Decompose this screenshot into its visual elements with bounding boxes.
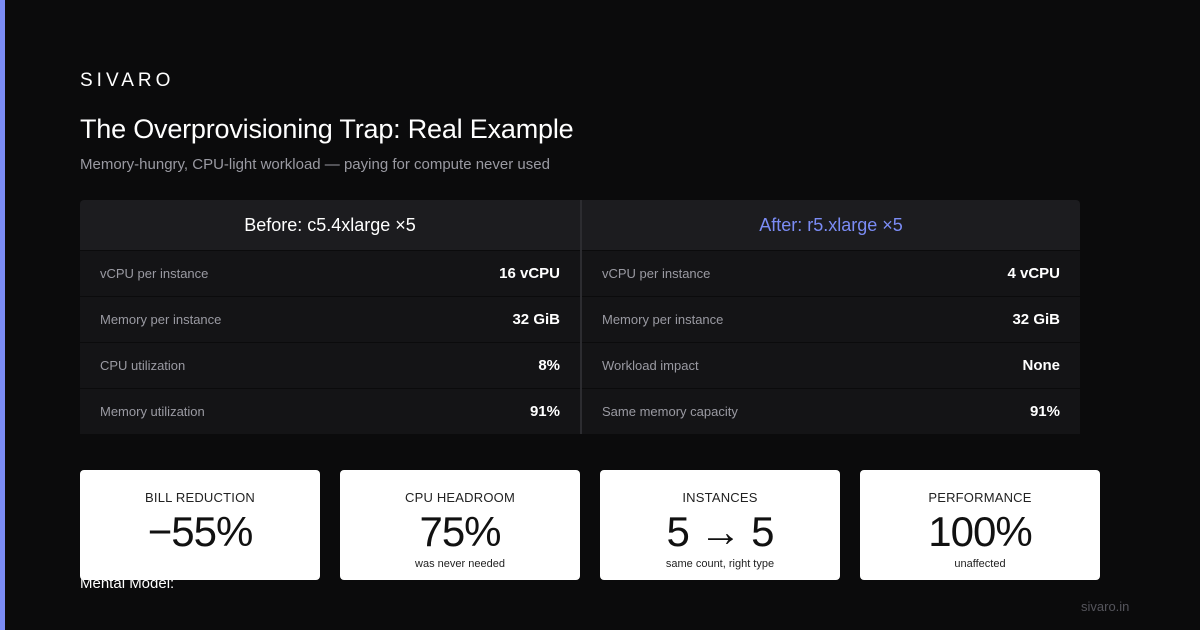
table-row: Same memory capacity 91% — [582, 388, 1080, 434]
metric-card-cpu-headroom: CPU HEADROOM 75% was never needed — [340, 470, 580, 580]
card-value: 5 → 5 — [666, 508, 774, 555]
row-label: vCPU per instance — [602, 266, 711, 281]
table-row: Workload impact None — [582, 342, 1080, 388]
row-label: Memory utilization — [100, 404, 205, 419]
before-column: Before: c5.4xlarge ×5 vCPU per instance … — [80, 200, 580, 434]
row-value: 16 vCPU — [499, 265, 560, 282]
metric-card-bill-reduction: BILL REDUCTION −55% — [80, 470, 320, 580]
table-row: vCPU per instance 4 vCPU — [582, 250, 1080, 296]
table-row: Memory per instance 32 GiB — [582, 296, 1080, 342]
row-value: None — [1022, 357, 1061, 374]
card-label: INSTANCES — [682, 490, 758, 505]
metric-card-instances: INSTANCES 5 → 5 same count, right type — [600, 470, 840, 580]
table-row: CPU utilization 8% — [80, 342, 580, 388]
row-value: 8% — [538, 357, 560, 374]
card-label: BILL REDUCTION — [145, 490, 255, 505]
row-value: 32 GiB — [512, 311, 560, 328]
before-header: Before: c5.4xlarge ×5 — [80, 200, 580, 250]
metric-cards: BILL REDUCTION −55% CPU HEADROOM 75% was… — [80, 470, 1100, 580]
after-header: After: r5.xlarge ×5 — [582, 200, 1080, 250]
table-row: Memory per instance 32 GiB — [80, 296, 580, 342]
row-value: 91% — [1029, 403, 1060, 420]
metric-card-performance: PERFORMANCE 100% unaffected — [860, 470, 1100, 580]
page-title: The Overprovisioning Trap: Real Example — [80, 114, 574, 144]
site-url[interactable]: sivaro.in — [1081, 599, 1129, 614]
comparison-table: Before: c5.4xlarge ×5 vCPU per instance … — [80, 200, 1080, 434]
card-value: −55% — [147, 508, 254, 555]
row-label: Same memory capacity — [602, 404, 738, 419]
table-row: vCPU per instance 16 vCPU — [80, 250, 580, 296]
accent-bar — [0, 0, 5, 630]
card-label: PERFORMANCE — [928, 490, 1032, 505]
row-label: CPU utilization — [100, 358, 186, 373]
table-row: Memory utilization 91% — [80, 388, 580, 434]
page-subtitle: Memory-hungry, CPU-light workload — payi… — [80, 156, 550, 173]
row-value: 4 vCPU — [1007, 265, 1060, 282]
row-label: Memory per instance — [100, 312, 222, 327]
card-value: 100% — [928, 508, 1032, 555]
brand-logo: SIVARO — [80, 70, 175, 91]
row-label: vCPU per instance — [100, 266, 209, 281]
card-note: was never needed — [415, 558, 505, 570]
mental-model-label: Mental Model: — [80, 575, 175, 592]
row-value: 32 GiB — [1012, 311, 1060, 328]
card-label: CPU HEADROOM — [404, 490, 516, 505]
row-value: 91% — [529, 403, 560, 420]
row-label: Memory per instance — [602, 312, 724, 327]
card-note: same count, right type — [665, 558, 775, 570]
row-label: Workload impact — [602, 358, 699, 373]
after-column: After: r5.xlarge ×5 vCPU per instance 4 … — [580, 200, 1080, 434]
card-value: 75% — [419, 508, 501, 555]
card-note: unaffected — [954, 558, 1006, 570]
